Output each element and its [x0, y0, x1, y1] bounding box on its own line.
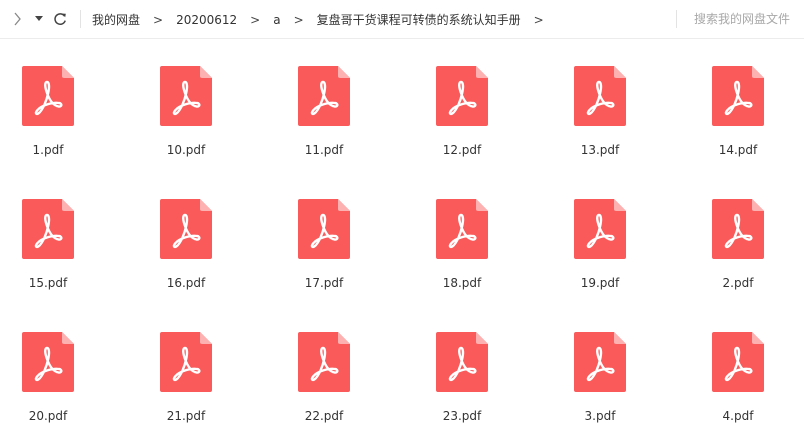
file-item[interactable]: 16.pdf: [131, 172, 241, 302]
file-grid: 1.pdf 10.pdf 11.pdf 12.pdf 13.pdf 14.pdf 15.pd…: [0, 39, 804, 423]
pdf-file-icon: [22, 66, 74, 126]
file-item[interactable]: 23.pdf: [407, 305, 517, 423]
file-name: 14.pdf: [718, 143, 758, 157]
file-name: 4.pdf: [722, 409, 754, 423]
pdf-file-icon: [160, 66, 212, 126]
file-name: 19.pdf: [580, 276, 620, 290]
pdf-file-icon: [712, 199, 764, 259]
file-name: 1.pdf: [32, 143, 64, 157]
back-button[interactable]: [8, 10, 26, 28]
file-item[interactable]: 2.pdf: [683, 172, 793, 302]
file-item[interactable]: 17.pdf: [269, 172, 379, 302]
pdf-file-icon: [22, 199, 74, 259]
file-name: 13.pdf: [580, 143, 620, 157]
pdf-file-icon: [160, 199, 212, 259]
breadcrumb-item-current-folder[interactable]: 复盘哥干货课程可转债的系统认知手册: [317, 11, 521, 28]
breadcrumb-separator: >: [293, 12, 304, 27]
file-item[interactable]: 18.pdf: [407, 172, 517, 302]
refresh-button[interactable]: [50, 10, 70, 28]
file-name: 3.pdf: [584, 409, 616, 423]
file-item[interactable]: 19.pdf: [545, 172, 655, 302]
search-input[interactable]: [688, 9, 800, 29]
pdf-file-icon: [712, 332, 764, 392]
file-item[interactable]: 21.pdf: [131, 305, 241, 423]
breadcrumb: 我的网盘 > 20200612 > a > 复盘哥干货课程可转债的系统认知手册 …: [92, 0, 557, 39]
file-name: 16.pdf: [166, 276, 206, 290]
pdf-file-icon: [712, 66, 764, 126]
file-name: 10.pdf: [166, 143, 206, 157]
file-item[interactable]: 10.pdf: [131, 39, 241, 169]
breadcrumb-item-a-folder[interactable]: a: [273, 13, 280, 27]
chevron-left-icon: [14, 12, 21, 26]
pdf-file-icon: [574, 66, 626, 126]
breadcrumb-separator: >: [533, 12, 544, 27]
file-name: 12.pdf: [442, 143, 482, 157]
pdf-file-icon: [436, 332, 488, 392]
pdf-file-icon: [298, 332, 350, 392]
toolbar: 我的网盘 > 20200612 > a > 复盘哥干货课程可转债的系统认知手册 …: [0, 0, 804, 39]
caret-down-icon: [35, 16, 43, 21]
breadcrumb-item-date-folder[interactable]: 20200612: [176, 13, 237, 27]
search-divider: [676, 10, 677, 28]
file-item[interactable]: 4.pdf: [683, 305, 793, 423]
file-item[interactable]: 3.pdf: [545, 305, 655, 423]
breadcrumb-separator: >: [153, 12, 164, 27]
file-name: 23.pdf: [442, 409, 482, 423]
file-name: 15.pdf: [28, 276, 68, 290]
history-dropdown-button[interactable]: [32, 10, 46, 28]
pdf-file-icon: [160, 332, 212, 392]
file-name: 11.pdf: [304, 143, 344, 157]
pdf-file-icon: [22, 332, 74, 392]
file-item[interactable]: 13.pdf: [545, 39, 655, 169]
refresh-icon: [54, 13, 66, 25]
breadcrumb-item-root[interactable]: 我的网盘: [92, 11, 140, 28]
file-item[interactable]: 1.pdf: [0, 39, 103, 169]
toolbar-divider: [80, 10, 81, 28]
file-name: 21.pdf: [166, 409, 206, 423]
file-item[interactable]: 12.pdf: [407, 39, 517, 169]
pdf-file-icon: [574, 332, 626, 392]
file-name: 17.pdf: [304, 276, 344, 290]
pdf-file-icon: [574, 199, 626, 259]
file-item[interactable]: 15.pdf: [0, 172, 103, 302]
file-item[interactable]: 20.pdf: [0, 305, 103, 423]
file-name: 18.pdf: [442, 276, 482, 290]
file-item[interactable]: 11.pdf: [269, 39, 379, 169]
pdf-file-icon: [436, 199, 488, 259]
pdf-file-icon: [298, 66, 350, 126]
file-name: 22.pdf: [304, 409, 344, 423]
file-name: 2.pdf: [722, 276, 754, 290]
file-name: 20.pdf: [28, 409, 68, 423]
pdf-file-icon: [436, 66, 488, 126]
pdf-file-icon: [298, 199, 350, 259]
breadcrumb-separator: >: [250, 12, 261, 27]
file-item[interactable]: 14.pdf: [683, 39, 793, 169]
file-item[interactable]: 22.pdf: [269, 305, 379, 423]
